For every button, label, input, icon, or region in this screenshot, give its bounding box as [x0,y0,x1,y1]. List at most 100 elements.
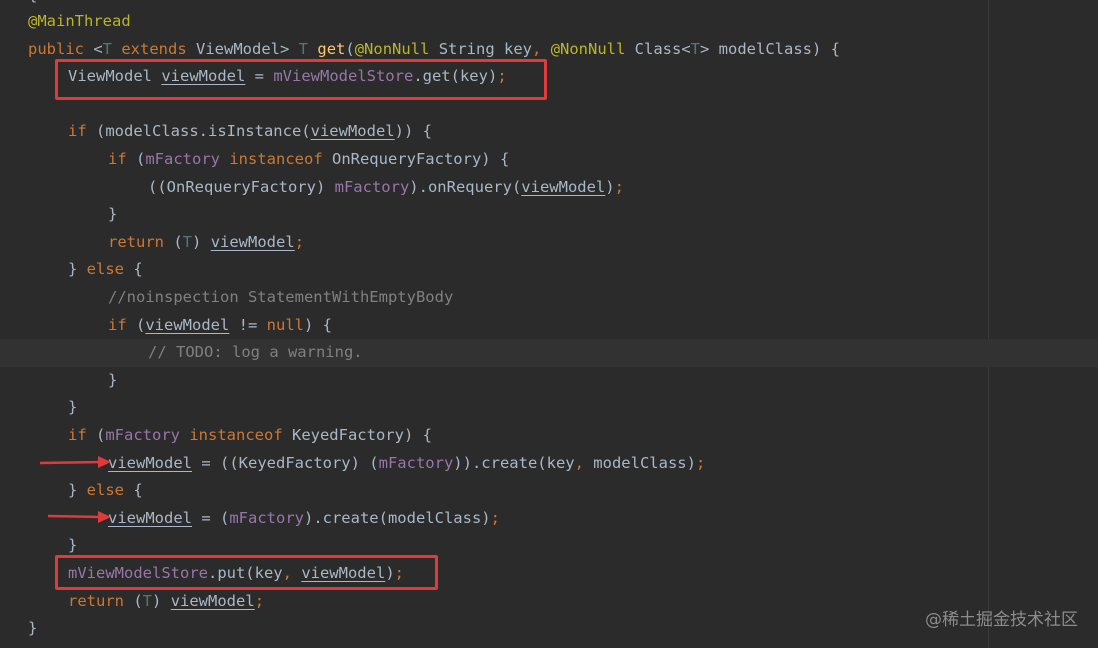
code-token: mFactory [145,150,220,168]
code-line[interactable]: // TODO: log a warning. [0,339,1098,367]
code-token: ( [173,232,183,251]
code-line[interactable]: ((OnRequeryFactory) mFactory).onRequery(… [0,174,988,202]
code-text: } else { [68,256,143,284]
code-line[interactable]: } else { [0,477,988,505]
code-line[interactable]: return (T) viewModel; [0,588,988,616]
code-token: )).create(key [453,453,575,472]
code-token: ; [695,453,706,472]
code-token: mFactory [334,177,410,196]
code-token: T [690,39,701,58]
code-line[interactable]: if (viewModel != null) { [0,312,988,340]
code-token: viewModel [108,453,192,472]
code-text: @MainThread [28,8,131,36]
code-line[interactable]: if (modelClass.isInstance(viewModel)) { [0,118,988,146]
code-token: ( [345,39,355,58]
code-text: } [108,201,117,229]
code-token: mFactory [378,453,454,472]
code-token: viewModel [521,177,606,196]
code-token: viewModel [170,591,255,610]
code-token: < [93,39,103,58]
code-token: return [108,232,174,251]
code-token: viewModel [108,508,192,527]
code-text: viewModel = (mFactory).create(modelClass… [108,505,500,533]
code-line[interactable]: //noinspection StatementWithEmptyBody [0,284,988,312]
code-line[interactable]: if (mFactory instanceof KeyedFactory) { [0,422,988,450]
code-token: ( [96,426,106,444]
code-line[interactable]: return (T) viewModel; [0,229,988,257]
watermark: @稀土掘金技术社区 [925,610,1078,630]
code-token: } [68,260,87,279]
code-token: instanceof [180,426,292,444]
right-margin-guide [988,0,989,648]
code-token: T [142,591,153,610]
code-token: ) { [304,315,332,334]
code-line[interactable]: } else { [0,256,988,284]
code-token: } [68,536,78,555]
code-token: } [68,481,87,500]
code-token: } [68,398,78,417]
code-line[interactable]: } [0,367,988,395]
code-token: extends [112,39,197,58]
code-token: ) [152,591,171,610]
code-token: ; [294,232,305,251]
code-token: public [28,39,94,58]
arrow-icon [40,456,111,468]
code-text: if (modelClass.isInstance(viewModel)) { [68,118,432,146]
code-token: T [182,232,193,251]
code-line[interactable]: viewModel = ((KeyedFactory) (mFactory)).… [0,450,988,478]
arrow-icon [48,511,111,523]
code-token: ( [136,150,146,168]
code-token: (modelClass.isInstance( [96,122,311,141]
code-text: if (mFactory instanceof OnRequeryFactory… [108,146,509,174]
code-line[interactable]: } [0,394,988,422]
code-token: null [266,315,304,334]
code-token: instanceof [220,150,332,168]
code-text: if (viewModel != null) { [108,312,332,340]
code-token: ( [133,591,143,610]
code-token: )) { [394,122,432,141]
code-line[interactable]: } [0,615,988,643]
code-token: if [108,315,136,334]
code-token: String key [429,39,533,58]
code-token: mFactory [229,508,304,527]
code-token: @NonNull [354,39,430,58]
code-token: > modelClass) { [700,39,840,58]
code-token: @NonNull [550,39,626,58]
code-line[interactable]: if (mFactory instanceof OnRequeryFactory… [0,146,988,174]
code-text: return (T) viewModel; [68,588,264,616]
code-token: ; [614,177,624,196]
code-text: //noinspection StatementWithEmptyBody [108,284,453,312]
code-token: = ((KeyedFactory) ( [192,453,379,472]
code-text: // TODO: log a warning. [148,339,363,367]
code-token: Class< [625,39,691,58]
code-text: } else { [68,477,143,505]
code-token: else [86,481,134,500]
code-line[interactable]: } [0,201,988,229]
code-editor[interactable]: { @MainThreadpublic <T extends ViewModel… [0,0,1098,648]
highlight-box-store-get [55,59,547,100]
code-token: return [68,591,134,610]
code-text: viewModel = ((KeyedFactory) (mFactory)).… [108,450,705,478]
code-text: } [108,367,117,395]
code-token: } [108,370,118,389]
code-token: ((OnRequeryFactory) [148,177,335,196]
code-text: } [28,615,37,643]
code-token: if [68,426,96,444]
code-token: if [108,150,136,168]
code-text: } [68,394,77,422]
code-token: modelClass) [593,453,696,472]
code-line[interactable]: viewModel = (mFactory).create(modelClass… [0,505,988,533]
code-token: // TODO: log a warning. [148,343,363,362]
code-token: ) [192,232,211,251]
code-token: get [317,39,346,58]
code-token: ViewModel> [196,39,299,58]
code-token: ) [605,177,615,196]
code-token: ; [254,591,265,610]
code-token: , [532,39,551,58]
code-line[interactable]: @MainThread [0,8,988,36]
code-token: else [86,260,134,279]
code-token: KeyedFactory) { [291,426,432,444]
code-token: ).onRequery( [409,177,522,196]
code-text: return (T) viewModel; [108,229,304,257]
